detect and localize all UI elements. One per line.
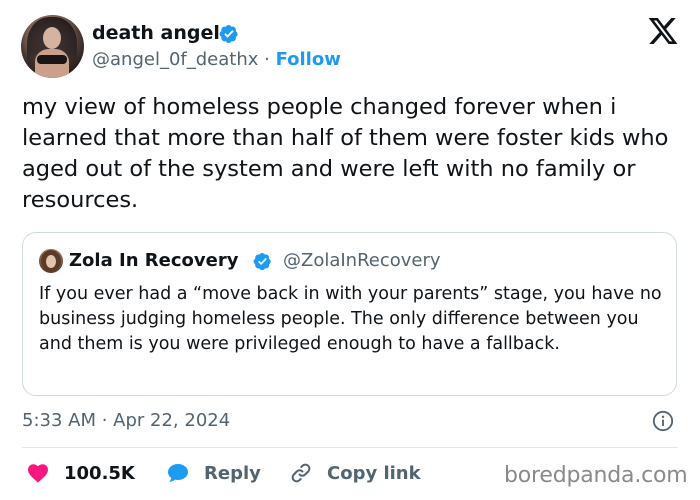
author-avatar[interactable]: [21, 15, 84, 78]
follow-button[interactable]: Follow: [276, 49, 341, 70]
quoted-author-name[interactable]: Zola In Recovery: [69, 249, 238, 273]
heart-icon: [28, 464, 48, 483]
copy-link-button[interactable]: Copy link: [289, 458, 421, 488]
x-logo-icon[interactable]: [647, 15, 679, 47]
tweet-text: my view of homeless people changed forev…: [22, 94, 669, 213]
author-handle[interactable]: @angel_0f_deathx: [92, 49, 258, 70]
reply-label: Reply: [204, 462, 261, 484]
author-name[interactable]: death angel: [92, 20, 220, 46]
tweet-timestamp[interactable]: 5:33 AM · Apr 22, 2024: [22, 409, 230, 433]
quoted-tweet[interactable]: Zola In Recovery @ZolaInRecovery If you …: [22, 232, 677, 396]
quoted-author-handle[interactable]: @ZolaInRecovery: [283, 249, 441, 273]
quoted-tweet-text: If you ever had a “move back in with you…: [39, 284, 662, 354]
info-icon[interactable]: [652, 410, 674, 432]
speech-bubble-icon: [168, 464, 188, 482]
author-handle-line: @angel_0f_deathx · Follow: [92, 48, 341, 72]
copy-link-label: Copy link: [327, 462, 421, 484]
verified-badge-icon: [253, 252, 271, 271]
like-button[interactable]: 100.5K: [26, 458, 135, 488]
handle-separator: ·: [258, 49, 276, 70]
link-icon: [291, 463, 311, 483]
like-count: 100.5K: [64, 462, 135, 484]
reply-button[interactable]: Reply: [166, 458, 261, 488]
divider: [22, 447, 678, 448]
watermark: boredpanda.com: [504, 463, 688, 488]
verified-badge-icon: [219, 25, 238, 43]
quoted-author-avatar[interactable]: [39, 249, 63, 273]
